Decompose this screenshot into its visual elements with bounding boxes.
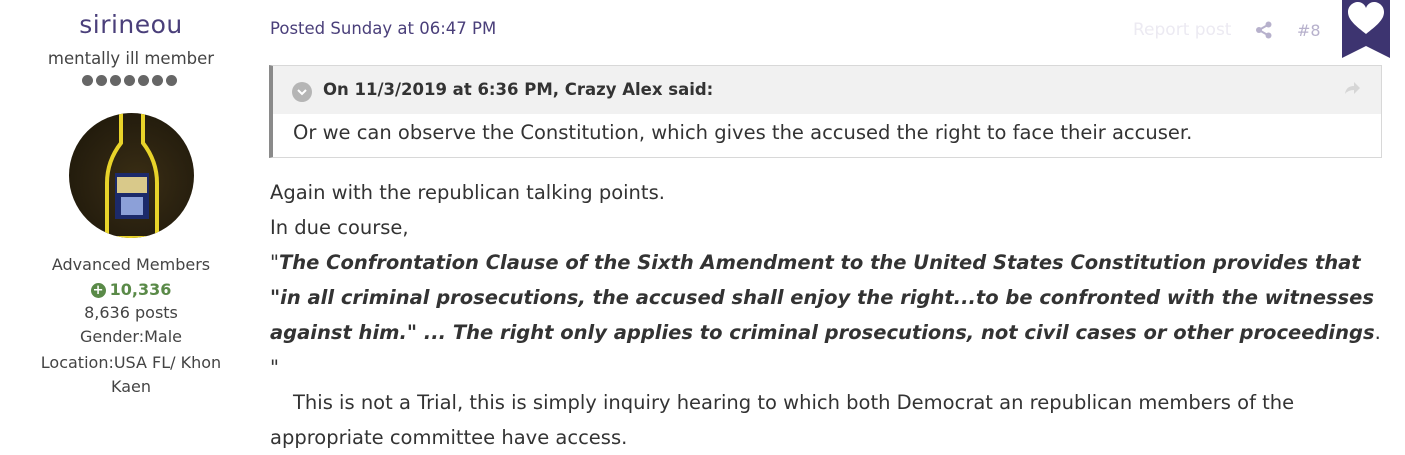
rank-pips: [82, 75, 177, 86]
arrow-right-icon[interactable]: [1343, 80, 1361, 100]
rank-pip: [96, 75, 107, 86]
post-quote-paragraph: "The Confrontation Clause of the Sixth A…: [270, 245, 1390, 385]
post-number[interactable]: #8: [1297, 21, 1321, 40]
quote-citation[interactable]: On 11/3/2019 at 6:36 PM, Crazy Alex said…: [323, 80, 713, 99]
member-group: Advanced Members: [51, 255, 211, 274]
report-post-link[interactable]: Report post: [1133, 20, 1231, 40]
heart-icon[interactable]: [1342, 0, 1390, 58]
quote-mark: ": [270, 251, 279, 274]
legal-quote: The Confrontation Clause of the Sixth Am…: [270, 251, 1375, 344]
post-line: Again with the republican talking points…: [270, 181, 665, 204]
rank-pip: [110, 75, 121, 86]
chevron-down-icon[interactable]: [292, 82, 312, 102]
rank-pip: [124, 75, 135, 86]
post-count: 8,636 posts: [84, 303, 178, 322]
rank-pip: [152, 75, 163, 86]
reputation-value: 10,336: [109, 280, 172, 299]
gender: Gender:Male: [80, 327, 182, 346]
quote-header: On 11/3/2019 at 6:36 PM, Crazy Alex said…: [273, 66, 1381, 114]
author-title: mentally ill member: [47, 49, 215, 68]
reputation-badge[interactable]: +10,336: [0, 280, 262, 299]
share-icon[interactable]: [1255, 21, 1273, 43]
rank-pip: [166, 75, 177, 86]
plus-circle-icon: +: [90, 283, 106, 298]
location: Location:USA FL/ Khon Kaen: [40, 353, 222, 396]
quote-text: Or we can observe the Constitution, whic…: [293, 121, 1193, 144]
rank-pip: [82, 75, 93, 86]
quote-block: On 11/3/2019 at 6:36 PM, Crazy Alex said…: [269, 65, 1382, 158]
post-line: This is not a Trial, this is simply inqu…: [270, 391, 1295, 449]
avatar[interactable]: [69, 113, 194, 238]
post-body: Again with the republican talking points…: [270, 175, 1390, 455]
post-line: In due course,: [270, 216, 409, 239]
author-name[interactable]: sirineou: [0, 10, 262, 39]
rank-pip: [138, 75, 149, 86]
post-timestamp[interactable]: Posted Sunday at 06:47 PM: [270, 19, 496, 38]
